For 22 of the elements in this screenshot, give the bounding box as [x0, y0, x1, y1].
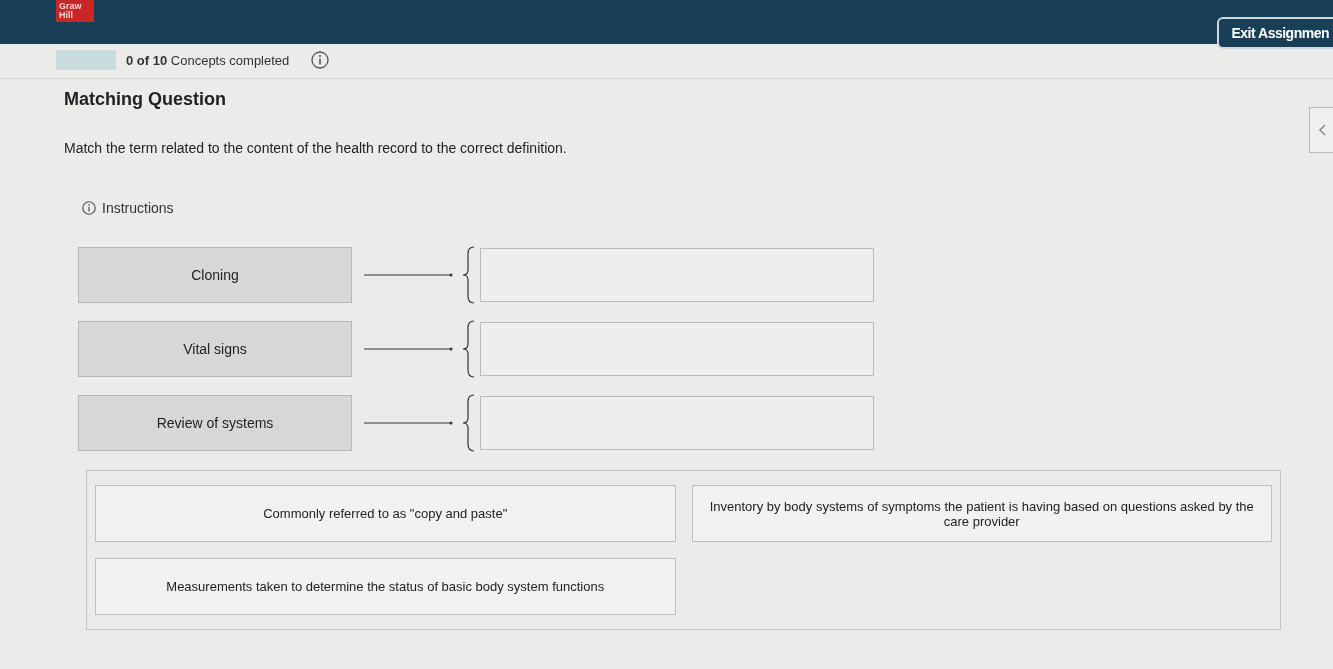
definition-card[interactable]: Inventory by body systems of symptoms the patient is having based on questions asked by the care provider — [691, 485, 1272, 542]
drop-box[interactable] — [480, 248, 874, 302]
definition-card[interactable]: Measurements taken to determine the status of basic body system functions — [95, 558, 676, 615]
logo: Graw Hill — [56, 0, 94, 22]
term-card[interactable]: Vital signs — [78, 321, 352, 377]
brace-icon — [462, 246, 476, 304]
brace-icon — [462, 394, 476, 452]
progress-text: 0 of 10 Concepts completed — [126, 52, 290, 68]
instructions-link[interactable]: Instructions — [102, 200, 174, 216]
drop-box[interactable] — [480, 396, 874, 450]
chevron-left-icon — [1317, 124, 1326, 136]
definition-card[interactable]: Commonly referred to as "copy and paste" — [95, 485, 676, 542]
exit-assignment-button[interactable]: Exit Assignmen — [1217, 17, 1333, 49]
collapse-button[interactable] — [1309, 107, 1333, 153]
info-icon[interactable] — [311, 51, 330, 69]
question-title: Matching Question — [64, 89, 227, 110]
term-card[interactable]: Cloning — [78, 247, 352, 303]
term-card[interactable]: Review of systems — [78, 395, 352, 451]
question-prompt: Match the term related to the content of the health record to the correct definition. — [64, 140, 568, 156]
info-icon — [82, 201, 96, 215]
brace-icon — [462, 320, 476, 378]
drop-box[interactable] — [480, 322, 874, 376]
